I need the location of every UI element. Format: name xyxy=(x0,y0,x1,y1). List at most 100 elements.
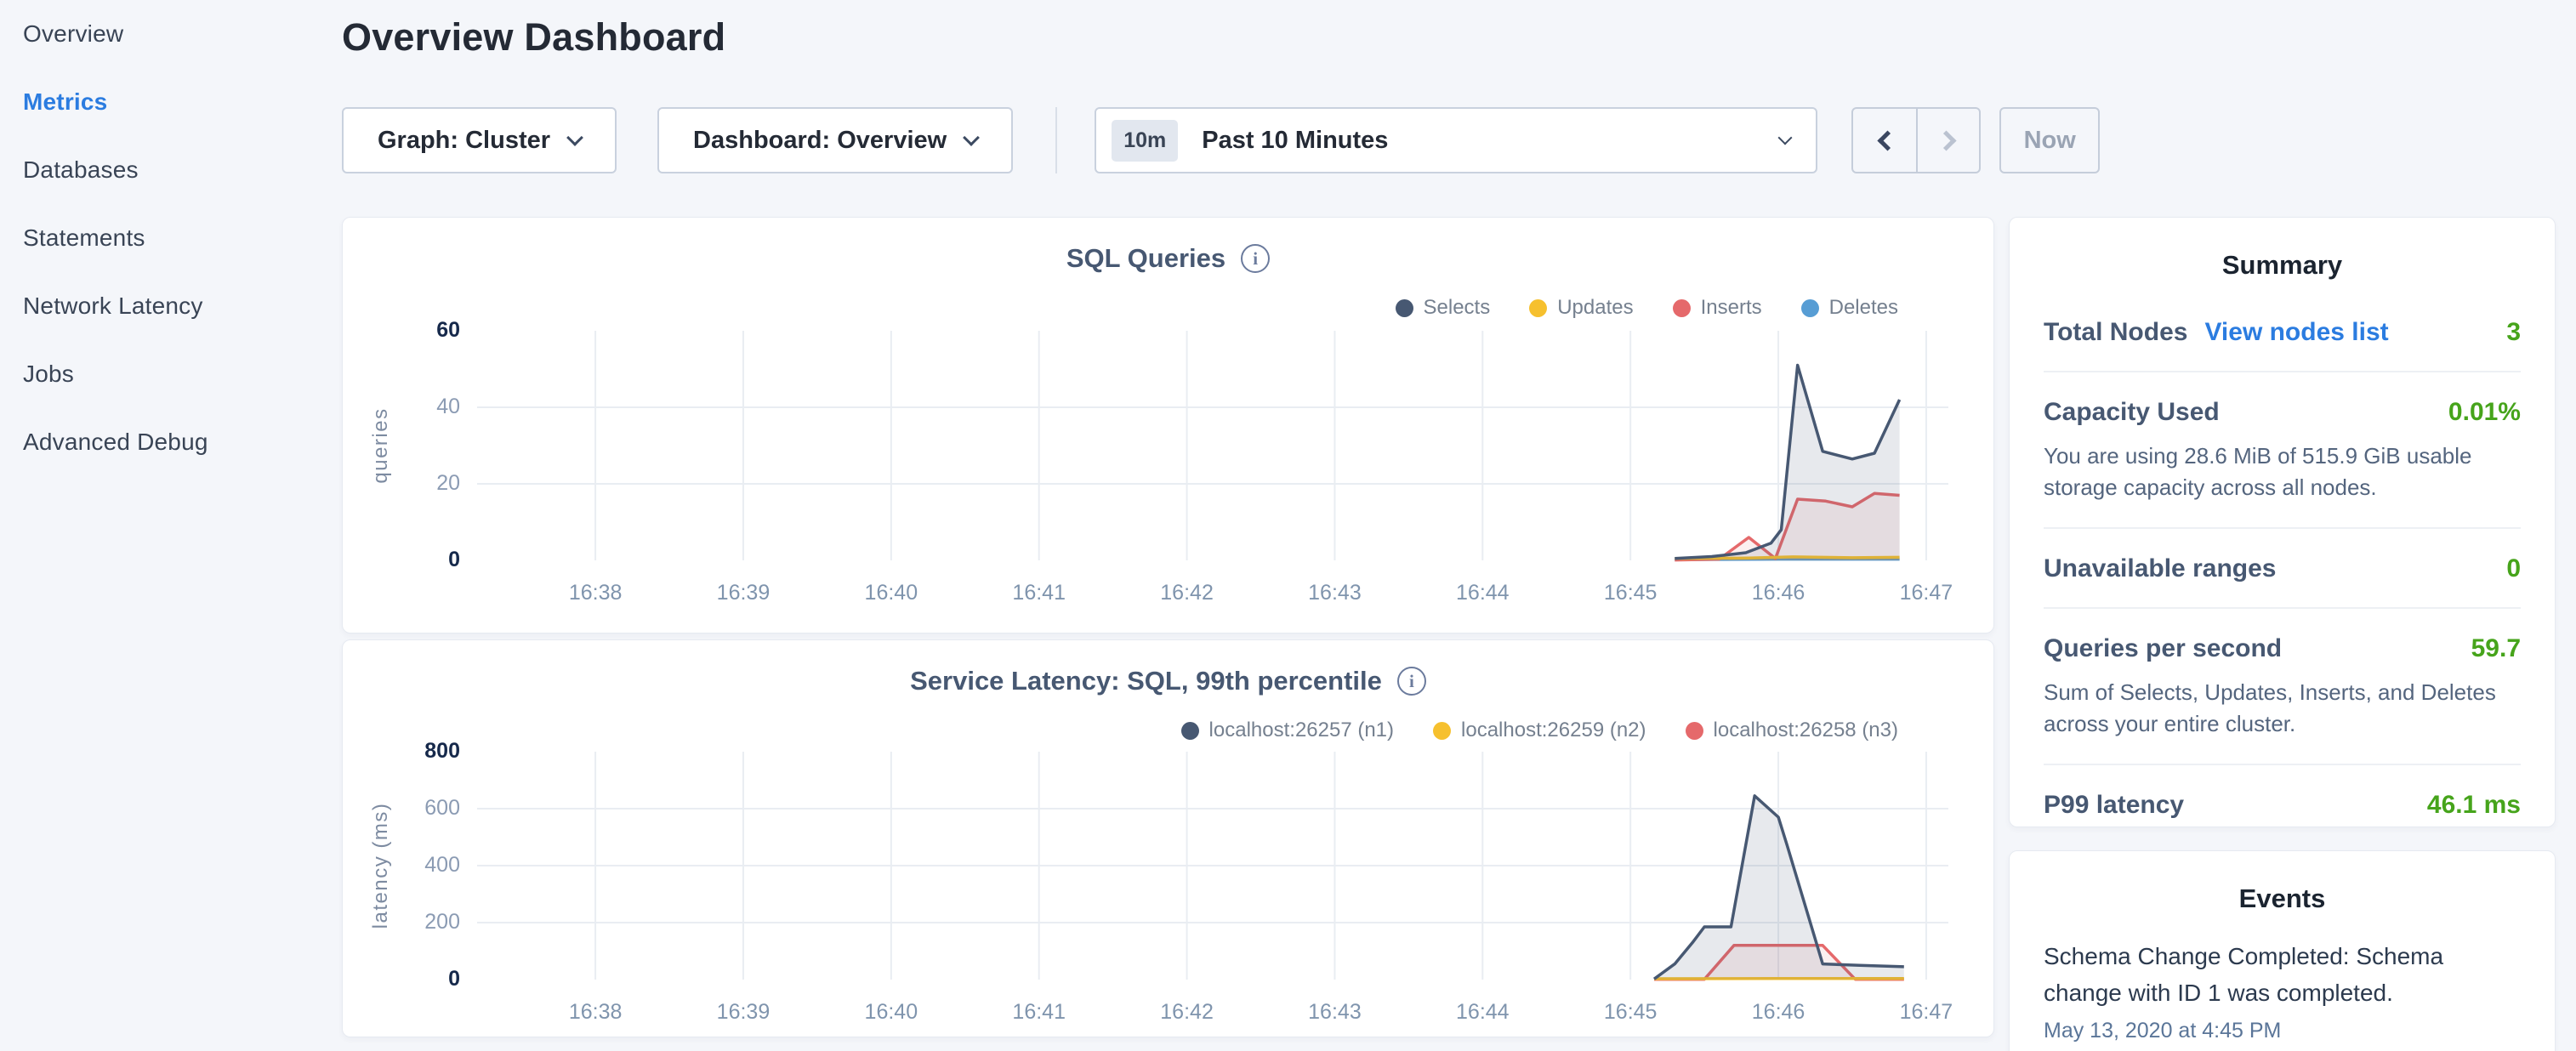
event-text: Schema Change Completed: Schema change w… xyxy=(2044,938,2521,1012)
legend-item: localhost:26258 (n3) xyxy=(1686,719,1898,742)
chart-legend: localhost:26257 (n1) localhost:26259 (n2)… xyxy=(1181,719,1898,742)
graph-dropdown-label: Graph: Cluster xyxy=(378,127,550,155)
summary-row-queries-per-second: Queries per second 59.7 Sum of Selects, … xyxy=(2044,609,2521,765)
x-axis-tick-label: 16:39 xyxy=(684,1000,803,1025)
legend-item: localhost:26257 (n1) xyxy=(1181,719,1394,742)
graph-dropdown[interactable]: Graph: Cluster xyxy=(342,107,617,173)
chevron-down-icon xyxy=(566,129,583,146)
legend-label: localhost:26258 (n3) xyxy=(1714,719,1898,742)
legend-label: localhost:26259 (n2) xyxy=(1461,719,1646,742)
legend-label: Updates xyxy=(1557,296,1633,320)
x-axis-tick-label: 16:43 xyxy=(1275,581,1394,605)
x-axis-tick-label: 16:39 xyxy=(684,581,803,605)
x-axis-tick-label: 16:46 xyxy=(1719,581,1838,605)
x-axis-tick-label: 16:45 xyxy=(1571,1000,1690,1025)
x-axis-tick-label: 16:47 xyxy=(1867,1000,1986,1025)
events-panel: Events Schema Change Completed: Schema c… xyxy=(2009,850,2556,1051)
x-axis-tick-label: 16:38 xyxy=(536,1000,655,1025)
chart-title: Service Latency: SQL, 99th percentile xyxy=(910,666,1382,696)
dashboard-dropdown-label: Dashboard: Overview xyxy=(693,127,947,155)
prev-time-button[interactable] xyxy=(1853,109,1916,172)
chart-plot-area[interactable] xyxy=(477,752,1948,980)
y-axis-unit-label: queries xyxy=(369,318,395,573)
time-range-label: Past 10 Minutes xyxy=(1202,127,1388,155)
event-timestamp: May 13, 2020 at 4:45 PM xyxy=(2044,1019,2521,1043)
x-axis-tick-label: 16:41 xyxy=(980,1000,1099,1025)
now-button[interactable]: Now xyxy=(1999,107,2100,173)
info-icon[interactable]: i xyxy=(1397,667,1426,696)
y-axis-tick-label: 200 xyxy=(350,910,460,935)
x-axis-tick-label: 16:45 xyxy=(1571,581,1690,605)
legend-item: Deletes xyxy=(1801,296,1898,320)
legend-label: Deletes xyxy=(1829,296,1898,320)
summary-row-value: 0 xyxy=(2506,554,2521,583)
time-range-dropdown[interactable]: 10m Past 10 Minutes xyxy=(1095,107,1817,173)
legend-dot-icon xyxy=(1396,299,1413,317)
y-axis-tick-label: 0 xyxy=(350,548,460,572)
chart-plot-area[interactable] xyxy=(477,331,1948,560)
x-axis-tick-label: 16:38 xyxy=(536,581,655,605)
sidebar-item-jobs[interactable]: Jobs xyxy=(0,340,340,408)
x-axis-tick-label: 16:47 xyxy=(1867,581,1986,605)
legend-dot-icon xyxy=(1433,722,1451,740)
legend-item: Updates xyxy=(1529,296,1633,320)
y-axis-tick-label: 0 xyxy=(350,967,460,991)
y-axis-tick-label: 600 xyxy=(350,796,460,821)
legend-item: Inserts xyxy=(1673,296,1762,320)
info-icon[interactable]: i xyxy=(1241,244,1270,273)
legend-dot-icon xyxy=(1673,299,1691,317)
chevron-down-icon xyxy=(963,129,980,146)
legend-dot-icon xyxy=(1686,722,1703,740)
summary-row-value: 59.7 xyxy=(2471,634,2521,663)
x-axis-tick-label: 16:40 xyxy=(832,1000,951,1025)
summary-row-value: 0.01% xyxy=(2448,398,2521,427)
summary-row-capacity-used: Capacity Used 0.01% You are using 28.6 M… xyxy=(2044,372,2521,529)
summary-row-unavailable-ranges: Unavailable ranges 0 xyxy=(2044,529,2521,609)
summary-row-label: Capacity Used xyxy=(2044,398,2220,427)
sidebar-item-network-latency[interactable]: Network Latency xyxy=(0,272,340,340)
y-axis-tick-label: 400 xyxy=(350,853,460,878)
x-axis-tick-label: 16:42 xyxy=(1128,1000,1247,1025)
summary-row-value: 3 xyxy=(2506,318,2521,347)
sidebar-item-statements[interactable]: Statements xyxy=(0,204,340,272)
summary-row-value: 46.1 ms xyxy=(2427,791,2521,820)
summary-row-label: Unavailable ranges xyxy=(2044,554,2276,583)
sidebar-item-databases[interactable]: Databases xyxy=(0,136,340,204)
chevron-right-icon xyxy=(1936,130,1956,151)
events-title: Events xyxy=(2010,883,2555,914)
toolbar: Graph: Cluster Dashboard: Overview 10m P… xyxy=(342,107,2100,173)
y-axis-tick-label: 60 xyxy=(350,318,460,343)
x-axis-tick-label: 16:41 xyxy=(980,581,1099,605)
legend-item: Selects xyxy=(1396,296,1491,320)
legend-dot-icon xyxy=(1529,299,1547,317)
view-nodes-list-link[interactable]: View nodes list xyxy=(2204,318,2388,347)
y-axis-tick-label: 800 xyxy=(350,739,460,764)
time-step-buttons xyxy=(1851,107,1981,173)
x-axis-tick-label: 16:43 xyxy=(1275,1000,1394,1025)
dashboard-dropdown[interactable]: Dashboard: Overview xyxy=(657,107,1013,173)
sidebar-item-overview[interactable]: Overview xyxy=(0,0,340,68)
summary-panel: Summary Total Nodes View nodes list 3 Ca… xyxy=(2009,217,2556,827)
sidebar-item-advanced-debug[interactable]: Advanced Debug xyxy=(0,408,340,476)
x-axis-tick-label: 16:42 xyxy=(1128,581,1247,605)
summary-row-p99-latency: P99 latency 46.1 ms xyxy=(2044,765,2521,827)
service-latency-chart-card: Service Latency: SQL, 99th percentile i … xyxy=(342,639,1994,1037)
toolbar-divider xyxy=(1055,107,1057,173)
sidebar-item-metrics[interactable]: Metrics xyxy=(0,68,340,136)
summary-row-label: P99 latency xyxy=(2044,791,2184,820)
page-title: Overview Dashboard xyxy=(342,15,725,60)
legend-item: localhost:26259 (n2) xyxy=(1433,719,1646,742)
legend-label: Inserts xyxy=(1701,296,1762,320)
sql-queries-chart-card: SQL Queries i SelectsUpdatesInsertsDelet… xyxy=(342,217,1994,633)
x-axis-tick-label: 16:46 xyxy=(1719,1000,1838,1025)
chart-legend: Selects Updates Inserts Deletes xyxy=(1396,296,1899,320)
summary-row-description: You are using 28.6 MiB of 515.9 GiB usab… xyxy=(2044,440,2521,503)
next-time-button[interactable] xyxy=(1916,109,1979,172)
y-axis-tick-label: 40 xyxy=(350,395,460,419)
summary-row-total-nodes: Total Nodes View nodes list 3 xyxy=(2044,293,2521,372)
summary-row-label: Total Nodes xyxy=(2044,318,2187,347)
event-item[interactable]: Schema Change Completed: Schema change w… xyxy=(2044,938,2521,1043)
x-axis-tick-label: 16:44 xyxy=(1423,1000,1542,1025)
summary-row-description: Sum of Selects, Updates, Inserts, and De… xyxy=(2044,677,2521,740)
legend-dot-icon xyxy=(1181,722,1199,740)
